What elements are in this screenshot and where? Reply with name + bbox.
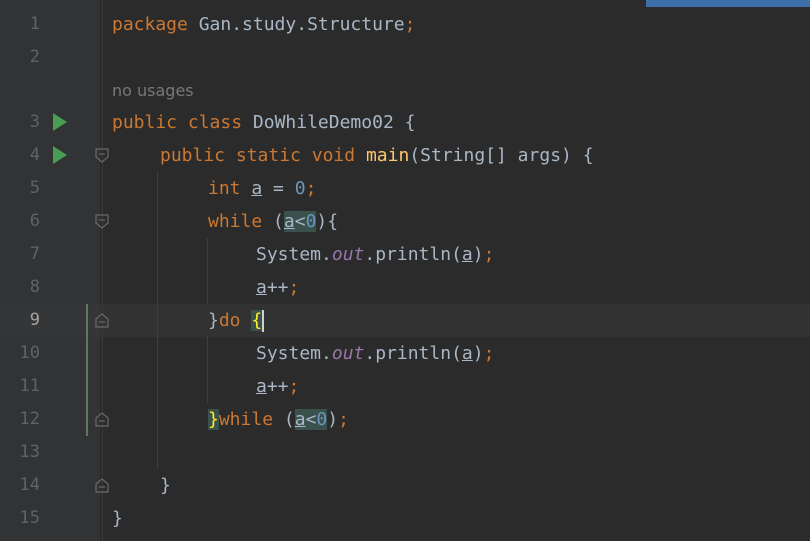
code-line-7[interactable]: System.out.println(a); [256, 238, 494, 271]
indent-guide [207, 238, 208, 304]
text-caret [262, 310, 265, 332]
usage-hint[interactable]: no usages [112, 74, 194, 107]
code-line-10[interactable]: System.out.println(a); [256, 337, 494, 370]
operator: < [305, 409, 317, 430]
gutter-divider [102, 0, 103, 541]
operator: = [262, 178, 295, 199]
code-line-1[interactable]: package Gan.study.Structure; [112, 8, 415, 41]
semicolon: ; [288, 376, 300, 397]
keyword: public [112, 112, 178, 133]
keyword: while [208, 211, 263, 232]
fold-close-icon[interactable] [95, 478, 109, 493]
class-ref: System. [256, 244, 332, 265]
variable-a: a [256, 277, 267, 298]
paren: ) [327, 409, 339, 430]
semicolon: ; [483, 244, 495, 265]
code-line-4[interactable]: public static void main(String[] args) { [160, 139, 594, 172]
variable-a: a [256, 376, 267, 397]
run-triangle-icon[interactable] [53, 146, 67, 164]
brace: } [160, 475, 171, 496]
semicolon: ; [338, 409, 349, 430]
number-literal: 0 [294, 178, 306, 199]
keyword: class [187, 112, 243, 133]
keyword: public [160, 145, 226, 166]
current-line-highlight [100, 304, 810, 337]
class-ref: System. [256, 343, 332, 364]
paren: ) [472, 343, 484, 364]
static-field: out [331, 343, 365, 364]
line-number: 3 [29, 112, 40, 132]
variable-a: a [294, 409, 306, 430]
line-number: 4 [29, 145, 40, 165]
indent-guide [207, 337, 208, 403]
line-number: 5 [29, 178, 40, 198]
line-number: 10 [19, 343, 40, 363]
line-number: 2 [29, 47, 40, 67]
semicolon: ; [305, 178, 317, 199]
code-line-11[interactable]: a++; [256, 370, 299, 403]
semicolon: ; [404, 14, 416, 35]
code-line-9[interactable]: }do { [208, 304, 265, 337]
variable-a: a [251, 178, 263, 199]
keyword: static [235, 145, 301, 166]
fold-close-icon[interactable] [95, 412, 109, 427]
variable-a: a [461, 244, 473, 265]
keyword: void [311, 145, 356, 166]
code-line-6[interactable]: while (a<0){ [208, 205, 338, 238]
variable-a: a [283, 211, 295, 232]
paren: ) [472, 244, 484, 265]
method-call: .println( [364, 244, 462, 265]
run-triangle-icon[interactable] [53, 113, 67, 131]
number-literal: 0 [305, 211, 317, 232]
code-line-14[interactable]: } [160, 469, 171, 502]
number-literal: 0 [316, 409, 328, 430]
brace: } [112, 508, 123, 529]
line-number: 1 [29, 14, 40, 34]
paren: ( [262, 211, 284, 232]
fold-open-icon[interactable] [95, 214, 109, 229]
code-line-3[interactable]: public class DoWhileDemo02 { [112, 106, 415, 139]
class-name: DoWhileDemo02 { [242, 112, 416, 133]
package-name: Gan.study.Structure [187, 14, 405, 35]
semicolon: ; [288, 277, 300, 298]
line-number: 13 [19, 442, 40, 462]
indent-guide [157, 172, 158, 469]
line-number: 11 [19, 376, 40, 396]
line-number: 12 [19, 409, 40, 429]
vcs-change-marker[interactable] [86, 304, 88, 436]
code-line-15[interactable]: } [112, 502, 123, 535]
line-number: 8 [29, 277, 40, 297]
line-number: 15 [19, 508, 40, 528]
method-signature: (String[] args) { [409, 145, 594, 166]
fold-close-icon[interactable] [95, 313, 109, 328]
operator: ++ [266, 376, 289, 397]
line-number-current: 9 [29, 310, 40, 330]
method-name: main [365, 145, 410, 166]
method-call: .println( [364, 343, 462, 364]
semicolon: ; [483, 343, 495, 364]
static-field: out [331, 244, 365, 265]
matched-brace: } [208, 409, 219, 430]
keyword: while [218, 409, 274, 430]
keyword: int [208, 178, 241, 199]
editor-gutter[interactable]: 1 2 3 4 5 6 7 8 9 10 11 12 13 14 15 [0, 0, 810, 541]
line-number: 7 [29, 244, 40, 264]
brace: } [208, 310, 219, 331]
code-line-12[interactable]: }while (a<0); [208, 403, 349, 436]
keyword: package [112, 14, 188, 35]
paren: ){ [316, 211, 339, 232]
paren: ( [273, 409, 295, 430]
operator: < [294, 211, 306, 232]
variable-a: a [461, 343, 473, 364]
matched-brace: { [251, 310, 263, 331]
operator: ++ [266, 277, 289, 298]
code-line-8[interactable]: a++; [256, 271, 299, 304]
keyword: do [218, 310, 241, 331]
line-number: 6 [29, 211, 40, 231]
scroll-indicator[interactable] [646, 0, 810, 7]
line-number: 14 [19, 475, 40, 495]
fold-open-icon[interactable] [95, 148, 109, 163]
code-line-5[interactable]: int a = 0; [208, 172, 316, 205]
